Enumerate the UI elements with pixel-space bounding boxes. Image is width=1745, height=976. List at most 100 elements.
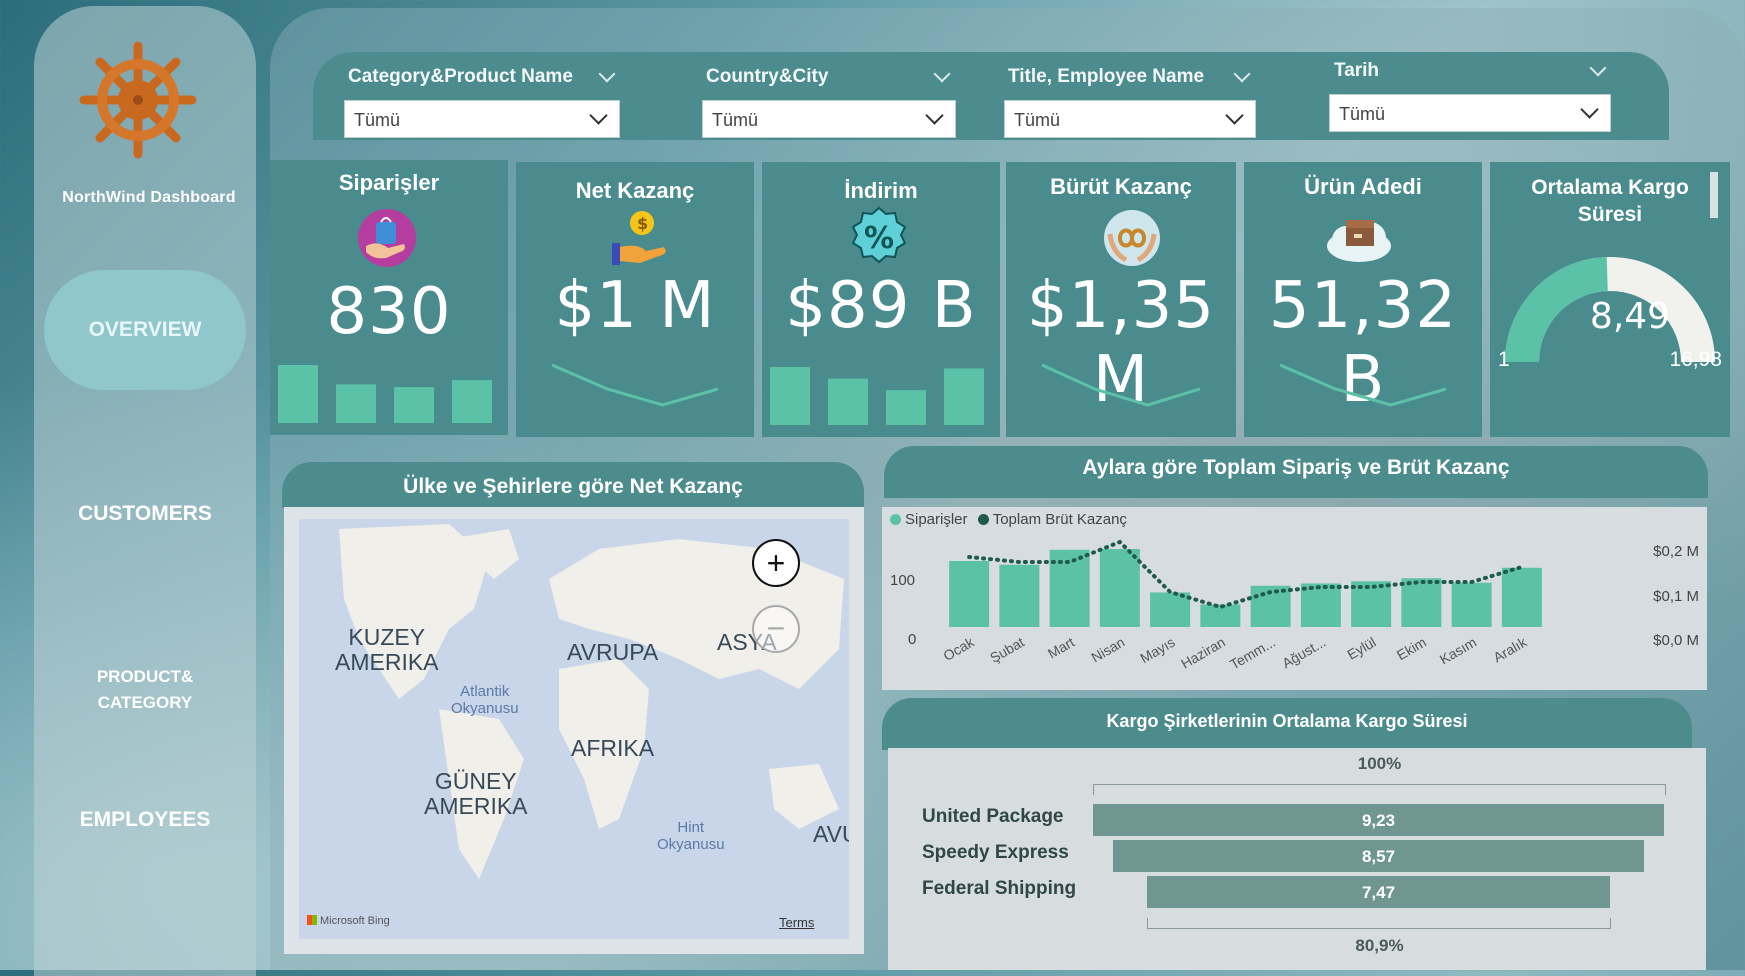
ship-wheel-icon: [79, 41, 197, 159]
chevron-down-icon: [589, 106, 608, 125]
map-label-australia: AVU: [813, 821, 849, 847]
spark-bar: [944, 368, 984, 425]
zoom-out-button[interactable]: −: [752, 605, 800, 653]
filter-date-title: Tarih: [1334, 60, 1380, 81]
world-map[interactable]: KUZEY AMERIKA AVRUPA ASYA AFRIKA GÜNEY AME…: [299, 519, 849, 939]
gauge-min: 1: [1498, 348, 1510, 371]
microsoft-logo-icon: [307, 915, 317, 925]
funnel-bar[interactable]: 7,47: [1147, 876, 1610, 908]
nav-overview[interactable]: OVERVIEW: [44, 270, 246, 390]
gauge-value: 8,49: [1589, 296, 1671, 337]
bar-orders: [1300, 583, 1341, 627]
shipping-chart-title: Kargo Şirketlerinin Ortalama Kargo Süres…: [882, 698, 1692, 750]
filter-category-title: Category&Product Name: [348, 66, 573, 87]
map-terms-link[interactable]: Terms: [779, 915, 814, 930]
bar-orders: [1501, 567, 1542, 627]
x-tick-label: Haziran: [1178, 634, 1228, 672]
spark-bar: [886, 390, 926, 425]
monthly-chart: Ocak Şubat Mart Nisan Mayıs Haziran Temm... Ağu…: [940, 539, 1542, 672]
bar-orders: [999, 564, 1040, 627]
carrier-label: United Package: [922, 806, 1064, 827]
spark-bar: [394, 387, 434, 423]
shipping-panel: 100% United Package Speedy Express Feder…: [888, 748, 1706, 970]
gauge-title: Ortalama Kargo Süresi: [1531, 176, 1689, 226]
infinity-hands-icon: [1104, 210, 1160, 266]
money-hand-icon: $: [612, 211, 666, 265]
x-tick-label: Nisan: [1088, 634, 1127, 666]
map-attribution: Microsoft Bing: [307, 915, 390, 927]
spark-line: [1279, 363, 1447, 407]
svg-text:$: $: [637, 214, 648, 233]
x-tick-label: Mayıs: [1137, 634, 1177, 667]
bar-orders: [1401, 578, 1442, 627]
map-label-europe: AVRUPA: [567, 639, 659, 665]
map-title: Ülke ve Şehirlere göre Net Kazanç: [282, 462, 864, 508]
scrollbar[interactable]: [1710, 172, 1718, 218]
nav-customers[interactable]: CUSTOMERS: [34, 502, 256, 526]
map-label-africa: AFRIKA: [571, 735, 655, 761]
kpi-card-net-profit: Net Kazanç $ $1 M: [516, 162, 754, 437]
x-tick-label: Ağust...: [1279, 634, 1328, 672]
spark-bar: [452, 380, 492, 423]
monthly-chart-panel: Siparişler Toplam Brüt Kazanç 100 0 $0,2…: [882, 507, 1707, 690]
bar-orders: [949, 561, 990, 627]
chevron-down-icon: [1225, 106, 1244, 125]
shopping-bag-icon: [358, 209, 416, 267]
x-tick-label: Şubat: [987, 634, 1027, 666]
spark-bar: [770, 367, 810, 425]
kpi-card-discount: İndirim % $89 B: [762, 162, 1000, 437]
kpi-sparkline: [278, 365, 492, 423]
kpi-value: $1 M: [554, 269, 716, 343]
spark-bar: [336, 384, 376, 423]
kpi-title: Net Kazanç: [575, 178, 695, 203]
x-tick-label: Aralık: [1490, 633, 1530, 665]
gauge-card: Ortalama Kargo Süresi 8,49 1 16,98: [1490, 162, 1730, 437]
chevron-down-icon: [925, 106, 944, 125]
filter-country-title: Country&City: [706, 66, 829, 87]
x-tick-label: Kasım: [1437, 634, 1479, 668]
kpi-title: Bürüt Kazanç: [1050, 174, 1192, 199]
carrier-label: Federal Shipping: [922, 878, 1077, 899]
kpi-card-quantity: Ürün Adedi 51,32 B: [1244, 162, 1482, 437]
bar-orders: [1099, 549, 1140, 627]
sidebar: NorthWind Dashboard OVERVIEW CUSTOMERS P…: [34, 6, 256, 976]
filter-employee-select[interactable]: Tümü: [1004, 100, 1256, 138]
kpi-sparkline: [551, 363, 719, 407]
x-tick-label: Eylül: [1344, 634, 1378, 663]
gauge-max: 16,98: [1669, 348, 1722, 371]
chevron-down-icon: [1580, 100, 1599, 119]
funnel-bar[interactable]: 8,57: [1113, 840, 1644, 872]
kpi-card-gross-profit: Bürüt Kazanç $1,35 M: [1006, 162, 1236, 437]
nav-employees[interactable]: EMPLOYEES: [34, 808, 256, 832]
kpi-title: İndirim: [844, 178, 918, 203]
x-tick-label: Mart: [1045, 634, 1077, 662]
map-label-indian-ocean: Hint Okyanusu: [657, 819, 725, 853]
svg-text:%: %: [864, 221, 894, 256]
spark-bar: [828, 378, 868, 425]
filter-category-select[interactable]: Tümü: [344, 100, 620, 138]
nav-product-label: PRODUCT&: [96, 667, 194, 686]
nav-category-label: CATEGORY: [97, 693, 193, 712]
map-label-atlantic: Atlantik Okyanusu: [451, 683, 519, 717]
map-label-south-america: GÜNEY AMERIKA: [424, 768, 528, 819]
filter-country-select[interactable]: Tümü: [702, 100, 956, 138]
kpi-sparkline: [1279, 363, 1447, 407]
filter-date-select[interactable]: Tümü: [1329, 94, 1611, 132]
funnel-bar[interactable]: 9,23: [1093, 804, 1664, 836]
spark-line: [1041, 363, 1201, 407]
filter-employee-title: Title, Employee Name: [1008, 66, 1205, 87]
kpi-value: $89 B: [785, 269, 977, 343]
bar-orders: [1200, 604, 1241, 627]
kpi-sparkline: [1041, 363, 1201, 407]
kpi-value: 830: [326, 275, 452, 349]
spark-line: [551, 363, 719, 407]
bar-orders: [1351, 581, 1392, 627]
map-panel: KUZEY AMERIKA AVRUPA ASYA AFRIKA GÜNEY AME…: [284, 507, 864, 954]
nav-product-category[interactable]: PRODUCT& CATEGORY: [34, 664, 256, 716]
zoom-in-button[interactable]: +: [752, 539, 800, 587]
funnel-bottom-label: 80,9%: [1355, 936, 1404, 955]
map-label-north-america: KUZEY AMERIKA: [335, 624, 439, 675]
funnel-top-label: 100%: [1357, 754, 1402, 773]
kpi-title: Ürün Adedi: [1304, 174, 1422, 199]
kpi-title: Siparişler: [338, 170, 440, 195]
